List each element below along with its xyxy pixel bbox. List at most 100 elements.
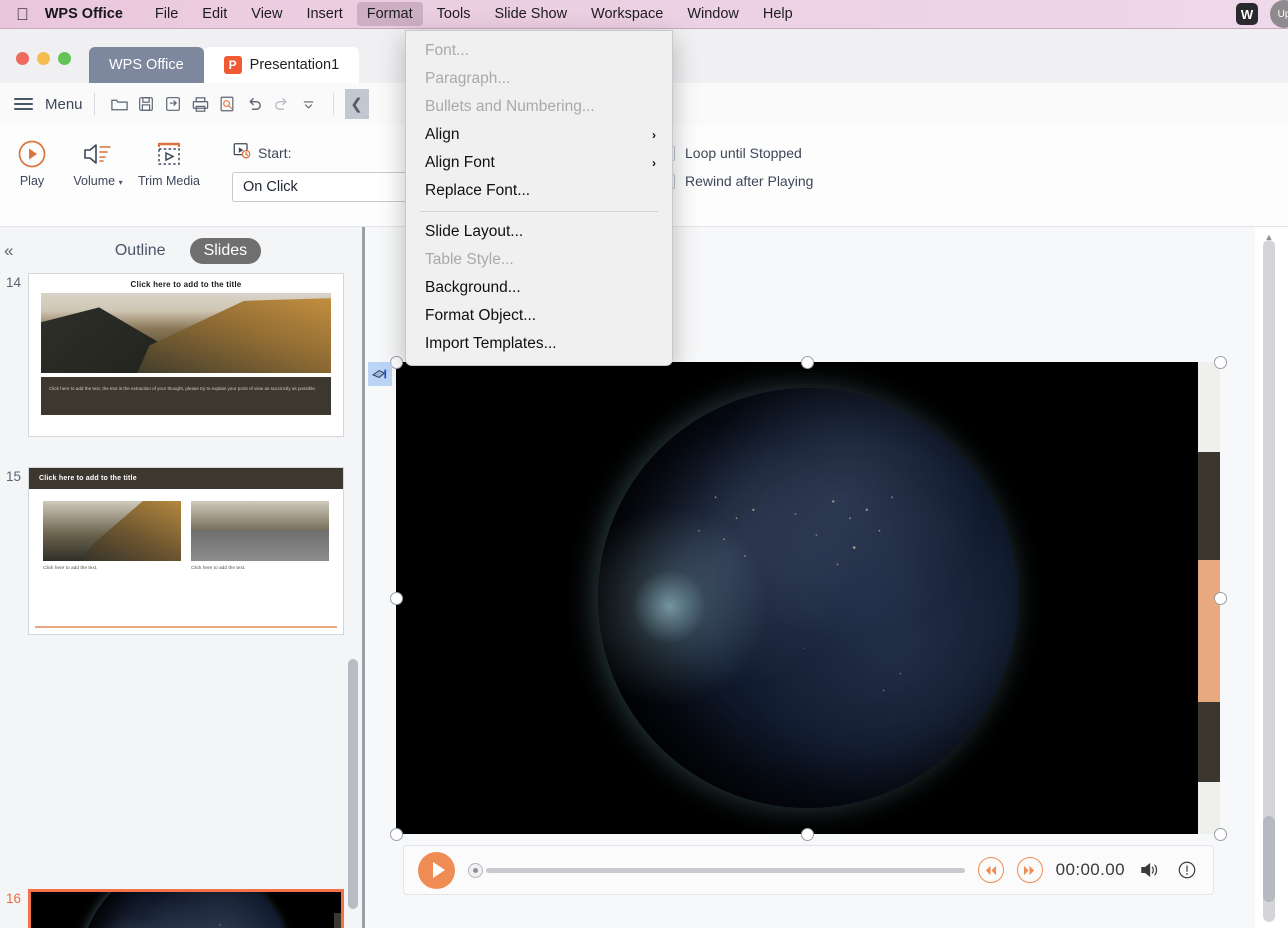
media-player-bar: 00:00.00 — [403, 845, 1214, 895]
slide-thumb-body-16[interactable] — [28, 889, 344, 928]
volume-button[interactable]: Volume ▾ — [60, 125, 136, 227]
menu-item-table-style: Table Style... — [425, 251, 514, 268]
volume-speaker-icon[interactable] — [1138, 858, 1162, 882]
toolbar-divider-2 — [332, 93, 334, 115]
slide-navigator-panel: « Outline Slides 14 Click here to add to… — [0, 227, 362, 928]
slide14-body-text: Click here to add the text, the text is … — [41, 377, 331, 415]
save-as-icon[interactable] — [160, 91, 187, 118]
slide15-title: Click here to add to the title — [29, 468, 343, 489]
close-window-button[interactable] — [16, 52, 29, 65]
tab-outline[interactable]: Outline — [101, 238, 180, 264]
chevron-down-icon[interactable]: ▾ — [119, 178, 123, 187]
player-play-button[interactable] — [418, 851, 455, 889]
slide-panel-scrollbar[interactable] — [348, 659, 358, 909]
macmenu-item-view[interactable]: View — [241, 2, 292, 26]
menu-item-slide-layout[interactable]: Slide Layout... — [406, 218, 672, 246]
tab-document-label: Presentation1 — [249, 57, 340, 73]
loop-until-stopped-row[interactable]: Loop until Stopped — [660, 145, 900, 161]
macmenu-item-edit[interactable]: Edit — [192, 2, 237, 26]
macmenu-item-tools[interactable]: Tools — [427, 2, 481, 26]
selection-handle-bottom-center[interactable] — [801, 828, 814, 841]
tab-wps-office-home[interactable]: WPS Office — [89, 47, 204, 83]
menu-item-align-label: Align — [425, 126, 460, 143]
open-folder-icon[interactable] — [106, 91, 133, 118]
slide14-title: Click here to add to the title — [130, 280, 242, 289]
selection-handle-top-center[interactable] — [801, 356, 814, 369]
volume-icon — [81, 135, 115, 173]
earth-night-video-object[interactable] — [598, 388, 1018, 808]
slide15-left-photo — [43, 501, 181, 561]
presentation-file-icon: P — [223, 56, 242, 74]
slide-thumbnail-14[interactable]: 14 Click here to add to the title Click … — [0, 273, 344, 437]
slide-number-16: 16 — [5, 891, 21, 906]
selection-handle-bottom-left[interactable] — [390, 828, 403, 841]
update-badge[interactable]: Up — [1270, 0, 1288, 28]
player-forward-button[interactable] — [1016, 857, 1043, 883]
save-icon[interactable] — [133, 91, 160, 118]
macmenu-item-window[interactable]: Window — [677, 2, 749, 26]
redo-icon[interactable] — [268, 91, 295, 118]
player-progress-track[interactable] — [486, 867, 965, 873]
menu-item-align-font[interactable]: Align Font › — [406, 149, 672, 177]
slide15-right-photo — [191, 501, 329, 561]
zoom-window-button[interactable] — [58, 52, 71, 65]
menu-item-background[interactable]: Background... — [406, 274, 672, 302]
menu-item-bullets-and-numbering: Bullets and Numbering... — [425, 98, 595, 115]
pointer-cursor-badge-icon — [368, 362, 392, 386]
menu-item-paragraph: Paragraph... — [425, 70, 511, 87]
chevron-right-icon: › — [652, 128, 656, 142]
ribbon-scroll-left-button[interactable]: ❮ — [344, 89, 369, 119]
play-button[interactable]: Play — [4, 125, 60, 227]
format-dropdown-menu: Font... Paragraph... Bullets and Numberi… — [405, 30, 673, 366]
customize-dropdown-icon[interactable] — [295, 91, 322, 118]
menu-item-font: Font... — [425, 42, 469, 59]
slide-thumb-body-14[interactable]: Click here to add to the title Click her… — [28, 273, 344, 437]
macmenu-item-file[interactable]: File — [145, 2, 188, 26]
slide-thumb-body-15[interactable]: Click here to add to the title Click her… — [28, 467, 344, 635]
selection-handle-middle-left[interactable] — [390, 592, 403, 605]
play-button-label: Play — [19, 174, 45, 188]
start-timing-icon — [232, 141, 252, 164]
earth-city-lights — [598, 388, 1018, 808]
player-progress-knob[interactable] — [468, 862, 483, 878]
collapse-panel-icon[interactable]: « — [4, 241, 13, 261]
info-circle-icon[interactable] — [1175, 858, 1199, 882]
slide-thumbnail-15[interactable]: 15 Click here to add to the title Click … — [0, 467, 344, 635]
selection-handle-middle-right[interactable] — [1214, 592, 1227, 605]
slide-thumbnail-16-row[interactable]: 16 — [0, 889, 344, 928]
selection-handle-bottom-right[interactable] — [1214, 828, 1227, 841]
menu-item-format-object[interactable]: Format Object... — [406, 302, 672, 330]
minimize-window-button[interactable] — [37, 52, 50, 65]
selection-handle-top-right[interactable] — [1214, 356, 1227, 369]
canvas-vertical-scrollbar[interactable]: ▲ — [1262, 232, 1276, 922]
play-circle-icon — [15, 135, 49, 173]
macmenu-item-workspace[interactable]: Workspace — [581, 2, 673, 26]
tab-presentation1[interactable]: P Presentation1 — [203, 47, 360, 83]
macmenu-item-help[interactable]: Help — [753, 2, 803, 26]
menu-item-align[interactable]: Align › — [406, 121, 672, 149]
macmenu-item-insert[interactable]: Insert — [296, 2, 352, 26]
player-progress-slider[interactable] — [468, 860, 965, 880]
slide14-photo — [41, 293, 331, 373]
wps-status-icon[interactable]: W — [1236, 3, 1258, 25]
menu-item-replace-font[interactable]: Replace Font... — [406, 177, 672, 205]
slide-canvas[interactable] — [396, 362, 1220, 834]
print-preview-icon[interactable] — [214, 91, 241, 118]
apple-logo-icon[interactable]:  — [16, 6, 29, 23]
undo-icon[interactable] — [241, 91, 268, 118]
panel-divider[interactable] — [362, 227, 365, 928]
trim-media-button[interactable]: Trim Media — [136, 125, 202, 227]
rewind-after-playing-row[interactable]: Rewind after Playing — [660, 173, 900, 189]
scrollbar-thumb[interactable] — [1263, 816, 1275, 902]
tab-slides[interactable]: Slides — [189, 238, 262, 264]
menu-separator — [420, 211, 658, 212]
slide-number-14: 14 — [5, 275, 21, 290]
app-menu-button[interactable]: Menu — [0, 96, 83, 113]
macmenu-item-format[interactable]: Format — [356, 2, 423, 26]
macmenu-item-slide-show[interactable]: Slide Show — [485, 2, 578, 26]
player-rewind-button[interactable] — [977, 857, 1004, 883]
menu-item-import-templates[interactable]: Import Templates... — [406, 330, 672, 358]
slide-panel-tabs: Outline Slides — [0, 238, 362, 264]
print-icon[interactable] — [187, 91, 214, 118]
active-app-name: WPS Office — [32, 6, 123, 22]
